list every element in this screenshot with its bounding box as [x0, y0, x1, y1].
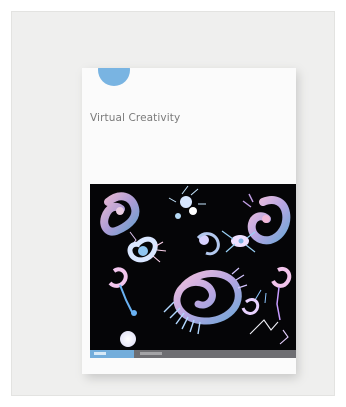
- publisher-mark: [90, 350, 134, 358]
- cover-artwork: [90, 184, 296, 350]
- cover-frame: Virtual Creativity: [11, 11, 335, 396]
- sea-creatures-illustration: [90, 184, 296, 350]
- journal-title: Virtual Creativity: [90, 112, 181, 124]
- cover-footer-bar: [90, 350, 296, 358]
- footer-text-placeholder: [140, 352, 162, 355]
- journal-badge: [98, 68, 130, 86]
- journal-cover[interactable]: Virtual Creativity: [82, 68, 296, 374]
- creature-bottom-left-glow: [120, 331, 136, 347]
